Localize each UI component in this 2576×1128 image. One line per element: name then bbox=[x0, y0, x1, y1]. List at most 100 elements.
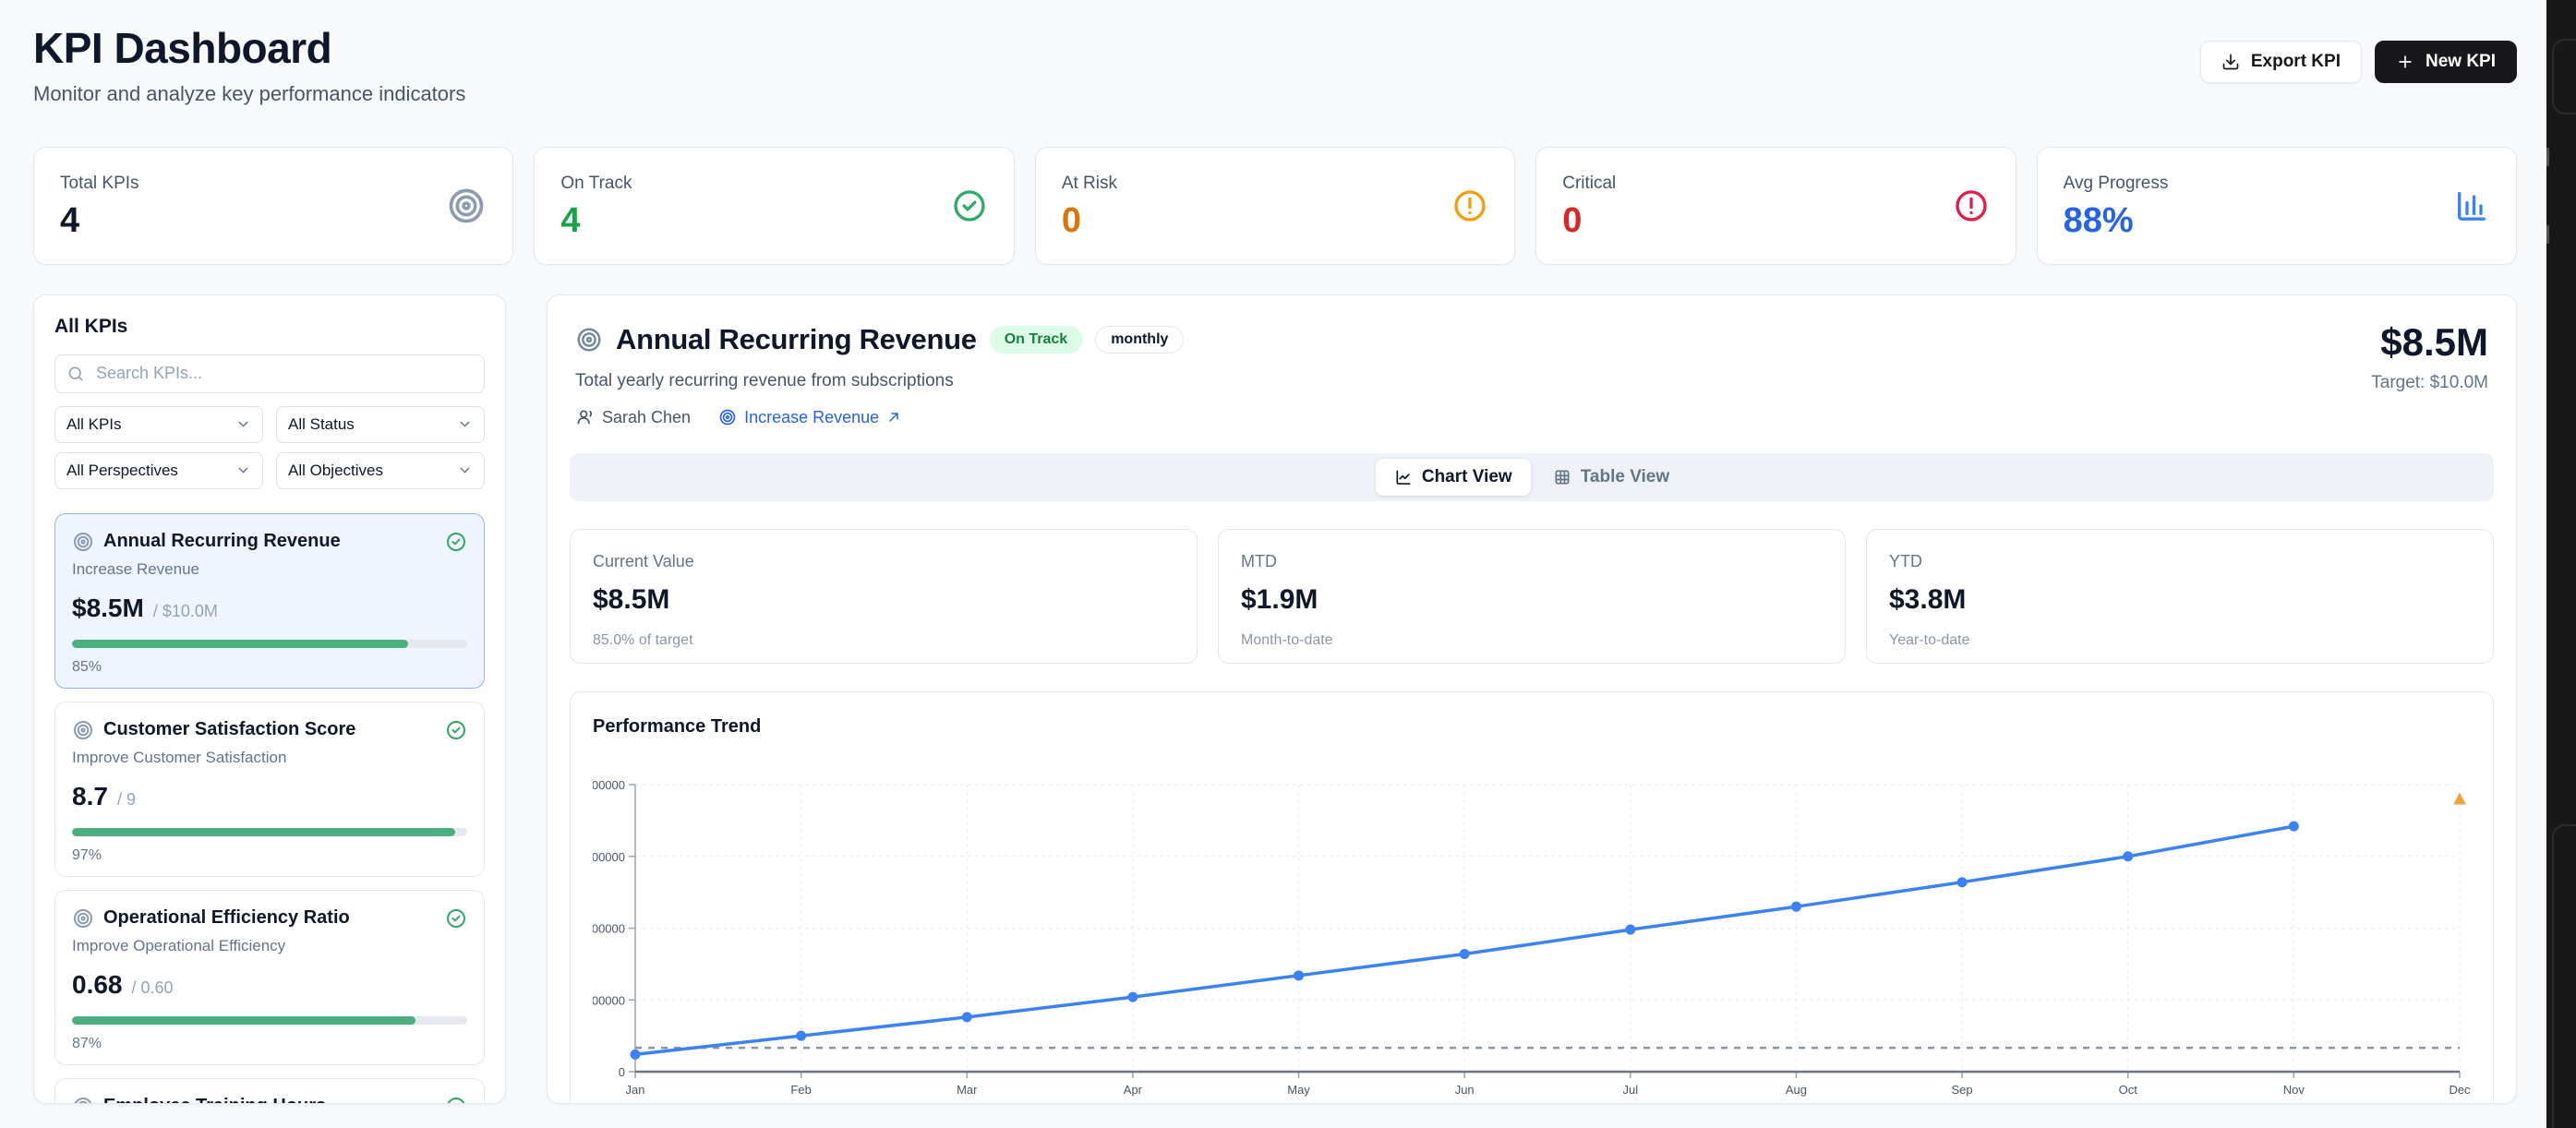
svg-text:Feb: Feb bbox=[790, 1083, 811, 1097]
chevron-down-icon bbox=[235, 416, 251, 432]
table-icon bbox=[1553, 468, 1571, 486]
filter-value: All Objectives bbox=[288, 462, 383, 480]
svg-text:7500000: 7500000 bbox=[593, 850, 625, 864]
scrollbar-outline bbox=[2552, 39, 2576, 114]
metric-value: $1.9M bbox=[1241, 584, 1823, 616]
progress-bar bbox=[72, 640, 467, 648]
right-scrollbar-strip bbox=[2546, 0, 2576, 1128]
search-input[interactable] bbox=[54, 354, 485, 393]
metric-label: YTD bbox=[1889, 552, 2471, 571]
export-kpi-button[interactable]: Export KPI bbox=[2200, 41, 2362, 83]
kpi-name: Customer Satisfaction Score bbox=[103, 719, 436, 740]
target-icon bbox=[72, 719, 94, 741]
svg-text:Sep: Sep bbox=[1952, 1083, 1973, 1097]
owner-item: Sarah Chen bbox=[575, 408, 691, 427]
target-icon bbox=[446, 186, 487, 226]
scrollbar-thumb[interactable] bbox=[2552, 824, 2576, 1128]
tab-table-view[interactable]: Table View bbox=[1535, 459, 1688, 496]
objective-link-label: Increase Revenue bbox=[744, 408, 879, 427]
chevron-down-icon bbox=[457, 462, 473, 478]
new-kpi-label: New KPI bbox=[2426, 52, 2496, 72]
export-kpi-label: Export KPI bbox=[2251, 52, 2341, 72]
kpi-sidebar: All KPIs All KPIs All Status bbox=[33, 294, 506, 1104]
tab-chart-view[interactable]: Chart View bbox=[1376, 459, 1531, 496]
kpi-objective: Improve Customer Satisfaction bbox=[72, 749, 467, 767]
svg-text:Jan: Jan bbox=[626, 1083, 645, 1097]
stat-card-total-kpis: Total KPIs 4 bbox=[33, 147, 513, 265]
kpi-list: Annual Recurring Revenue Increase Revenu… bbox=[54, 513, 485, 1104]
kpi-progress-label: 85% bbox=[72, 659, 467, 676]
chart-title: Performance Trend bbox=[593, 716, 2471, 738]
check-circle-icon bbox=[951, 187, 988, 224]
kpi-card-employee-training-hours[interactable]: Employee Training Hours bbox=[54, 1078, 485, 1104]
page-subtitle: Monitor and analyze key performance indi… bbox=[33, 82, 465, 106]
target-icon bbox=[575, 326, 603, 354]
filter-value: All KPIs bbox=[66, 415, 122, 434]
kpi-name: Operational Efficiency Ratio bbox=[103, 907, 436, 929]
stat-label: At Risk bbox=[1062, 174, 1117, 194]
objective-link[interactable]: Increase Revenue bbox=[718, 408, 901, 427]
filter-row: All KPIs All Status All Perspectives All… bbox=[54, 406, 485, 489]
filter-select-kpis[interactable]: All KPIs bbox=[54, 406, 263, 443]
svg-text:Jul: Jul bbox=[1623, 1083, 1639, 1097]
target-icon bbox=[718, 408, 737, 426]
svg-text:Apr: Apr bbox=[1124, 1083, 1143, 1097]
metric-sub: Month-to-date bbox=[1241, 632, 1823, 649]
filter-value: All Status bbox=[288, 415, 355, 434]
metric-sub: Year-to-date bbox=[1889, 632, 2471, 649]
kpi-name: Annual Recurring Revenue bbox=[103, 531, 436, 552]
kpi-card-operational-efficiency-ratio[interactable]: Operational Efficiency Ratio Improve Ope… bbox=[54, 890, 485, 1065]
owner-name: Sarah Chen bbox=[602, 408, 691, 427]
svg-text:2500000: 2500000 bbox=[593, 993, 625, 1007]
metric-card-ytd: YTD $3.8M Year-to-date bbox=[1866, 529, 2494, 664]
svg-text:May: May bbox=[1287, 1083, 1310, 1097]
check-circle-icon bbox=[445, 1096, 467, 1104]
stat-label: Total KPIs bbox=[60, 174, 139, 194]
metric-cards-row: Current Value $8.5M 85.0% of target MTD … bbox=[570, 529, 2494, 664]
scrollbar-mark bbox=[2546, 148, 2549, 166]
svg-text:Jun: Jun bbox=[1455, 1083, 1475, 1097]
svg-text:Oct: Oct bbox=[2119, 1083, 2138, 1097]
metric-value: $8.5M bbox=[593, 584, 1174, 616]
kpi-target: / $10.0M bbox=[153, 602, 218, 621]
stat-value: 4 bbox=[60, 203, 139, 238]
kpi-card-customer-satisfaction-score[interactable]: Customer Satisfaction Score Improve Cust… bbox=[54, 702, 485, 877]
user-icon bbox=[575, 408, 594, 426]
kpi-value: 8.7 bbox=[72, 782, 108, 811]
filter-value: All Perspectives bbox=[66, 462, 178, 480]
detail-description: Total yearly recurring revenue from subs… bbox=[575, 371, 1184, 391]
tab-label: Table View bbox=[1581, 467, 1669, 487]
chevron-down-icon bbox=[457, 416, 473, 432]
stat-card-critical: Critical 0 bbox=[1535, 147, 2016, 265]
kpi-value: 0.68 bbox=[72, 970, 123, 1000]
kpi-objective: Increase Revenue bbox=[72, 560, 467, 579]
kpi-name: Employee Training Hours bbox=[103, 1096, 436, 1104]
kpi-card-annual-recurring-revenue[interactable]: Annual Recurring Revenue Increase Revenu… bbox=[54, 513, 485, 689]
alert-circle-icon bbox=[1451, 187, 1488, 224]
stat-value: 88% bbox=[2064, 203, 2169, 238]
stat-value: 0 bbox=[1062, 203, 1117, 238]
stat-label: On Track bbox=[560, 174, 632, 194]
bar-chart-icon bbox=[2453, 187, 2490, 224]
detail-title: Annual Recurring Revenue bbox=[616, 323, 977, 356]
progress-bar bbox=[72, 1016, 467, 1025]
stat-card-on-track: On Track 4 bbox=[534, 147, 1014, 265]
stat-card-avg-progress: Avg Progress 88% bbox=[2037, 147, 2517, 265]
metric-card-current-value: Current Value $8.5M 85.0% of target bbox=[570, 529, 1198, 664]
target-icon bbox=[72, 907, 94, 930]
metric-sub: 85.0% of target bbox=[593, 632, 1174, 649]
check-circle-icon bbox=[445, 531, 467, 553]
metric-value: $3.8M bbox=[1889, 584, 2471, 616]
kpi-progress-label: 97% bbox=[72, 847, 467, 864]
filter-select-status[interactable]: All Status bbox=[276, 406, 485, 443]
sidebar-heading: All KPIs bbox=[54, 316, 485, 338]
filter-select-perspectives[interactable]: All Perspectives bbox=[54, 452, 263, 489]
filter-select-objectives[interactable]: All Objectives bbox=[276, 452, 485, 489]
new-kpi-button[interactable]: New KPI bbox=[2375, 41, 2517, 83]
metric-card-mtd: MTD $1.9M Month-to-date bbox=[1218, 529, 1846, 664]
stat-label: Critical bbox=[1562, 174, 1616, 194]
svg-text:5000000: 5000000 bbox=[593, 921, 625, 935]
current-value-big: $8.5M bbox=[2371, 323, 2488, 362]
view-toggle: Chart View Table View bbox=[570, 453, 2494, 501]
svg-text:10000000: 10000000 bbox=[593, 778, 625, 792]
